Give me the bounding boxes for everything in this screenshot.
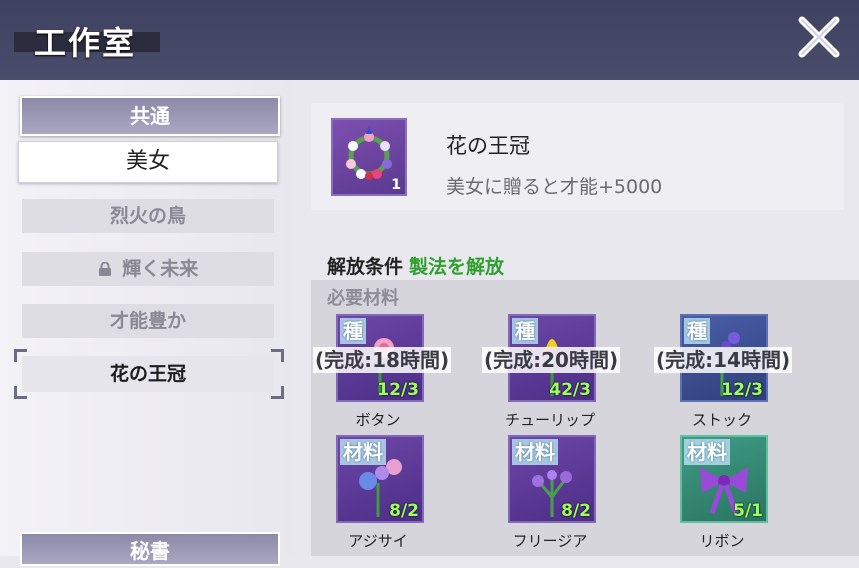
material-name: フリージア xyxy=(512,532,588,550)
material-count: 12/3 xyxy=(721,380,763,400)
page-title: 工作室 xyxy=(34,24,137,62)
selection-bracket-tl xyxy=(14,349,27,362)
material-count: 8/2 xyxy=(561,501,591,521)
material-hydrangea[interactable]: 材料 8/2 xyxy=(336,435,424,523)
material-time: (完成:14時間) xyxy=(654,347,793,373)
unlock-condition: 解放条件 製法を解放 xyxy=(327,252,504,279)
material-count: 12/3 xyxy=(377,380,419,400)
material-ribbon[interactable]: 材料 5/1 xyxy=(680,435,768,523)
selection-bracket-bl xyxy=(14,386,27,399)
material-name: アジサイ xyxy=(348,532,408,550)
sidebar-item-label: 才能豊か xyxy=(109,310,186,332)
sidebar-item-firebird[interactable]: 烈火の鳥 xyxy=(22,199,274,233)
material-name: ボタン xyxy=(355,411,401,429)
material-count: 42/3 xyxy=(549,380,591,400)
material-tag: 種 xyxy=(340,318,366,344)
material-count: 8/2 xyxy=(389,501,419,521)
lock-icon xyxy=(98,253,112,276)
material-tag: 種 xyxy=(684,318,710,344)
unlock-value: 製法を解放 xyxy=(409,256,505,278)
close-icon xyxy=(798,16,840,58)
selection-bracket-br xyxy=(271,386,284,399)
tab-secretary[interactable]: 秘書 xyxy=(20,532,280,566)
material-tag: 材料 xyxy=(340,439,386,465)
sidebar-item-label: 輝く未来 xyxy=(122,258,199,280)
workshop-screen: 工作室 共通 美女 烈火の鳥 輝く未来 才能豊か 花の王冠 秘書 1 花の王冠 … xyxy=(0,0,859,566)
sidebar-item-label: 花の王冠 xyxy=(109,363,186,385)
close-button[interactable] xyxy=(796,14,842,60)
item-description: 美女に贈ると才能+5000 xyxy=(446,176,663,198)
tab-beauty[interactable]: 美女 xyxy=(18,141,278,183)
material-name: ストック xyxy=(691,411,752,429)
header-bar: 工作室 xyxy=(0,0,859,80)
material-name: チューリップ xyxy=(504,411,595,429)
unlock-label: 解放条件 xyxy=(327,256,404,278)
item-name: 花の王冠 xyxy=(446,134,530,158)
material-tag: 材料 xyxy=(512,439,558,465)
sidebar-item-flower-crown[interactable]: 花の王冠 xyxy=(22,356,274,392)
tab-common[interactable]: 共通 xyxy=(20,96,280,136)
sidebar-item-label: 烈火の鳥 xyxy=(109,205,186,227)
materials-heading: 必要材料 xyxy=(327,288,399,309)
material-time: (完成:18時間) xyxy=(313,347,452,373)
flower-crown-icon[interactable]: 1 xyxy=(331,118,407,196)
material-time: (完成:20時間) xyxy=(482,347,621,373)
sidebar-item-talented[interactable]: 才能豊か xyxy=(22,304,274,338)
selection-bracket-tr xyxy=(271,349,284,362)
material-count: 5/1 xyxy=(733,501,763,521)
item-count: 1 xyxy=(391,177,401,193)
material-name: リボン xyxy=(699,532,745,550)
material-freesia[interactable]: 材料 8/2 xyxy=(508,435,596,523)
sidebar-item-bright-future[interactable]: 輝く未来 xyxy=(22,252,274,286)
material-tag: 種 xyxy=(512,318,538,344)
material-tag: 材料 xyxy=(684,439,730,465)
